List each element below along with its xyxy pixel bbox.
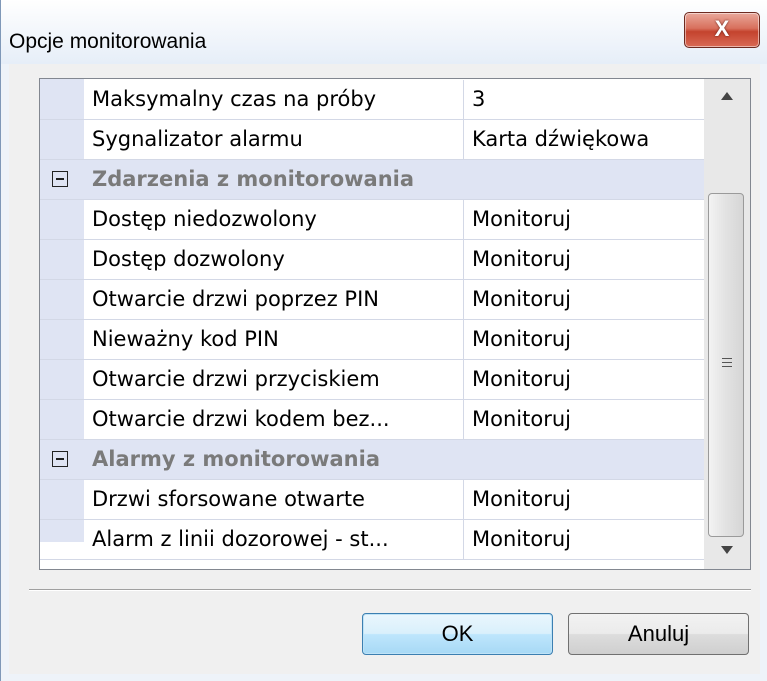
property-value[interactable]: Monitoruj	[472, 200, 571, 239]
property-row[interactable]: Nieważny kod PIN Monitoruj	[40, 320, 704, 360]
column-separator	[463, 400, 464, 439]
category-row[interactable]: Alarmy z monitorowania	[40, 440, 704, 480]
property-grid: Maksymalny czas na próby 3 Sygnalizator al…	[39, 78, 751, 570]
column-separator	[463, 80, 464, 119]
property-row[interactable]: Maksymalny czas na próby 3	[40, 80, 704, 120]
column-separator	[463, 240, 464, 279]
dialog-window: Opcje monitorowania X Maksymalny czas na…	[0, 0, 767, 681]
column-separator	[463, 200, 464, 239]
property-name: Otwarcie drzwi przyciskiem	[92, 367, 380, 391]
column-separator	[463, 280, 464, 319]
property-value[interactable]: Karta dźwiękowa	[472, 120, 649, 159]
column-separator	[463, 480, 464, 519]
triangle-up-icon	[721, 92, 733, 100]
column-separator	[463, 120, 464, 159]
property-name: Maksymalny czas na próby	[92, 87, 377, 111]
scroll-up-button[interactable]	[704, 79, 750, 115]
close-icon: X	[714, 16, 730, 41]
column-separator	[463, 320, 464, 359]
minus-box-icon[interactable]	[52, 451, 68, 467]
property-value[interactable]: Monitoruj	[472, 320, 571, 359]
category-row[interactable]: Zdarzenia z monitorowania	[40, 160, 704, 200]
property-value[interactable]: Monitoruj	[472, 520, 571, 559]
property-row[interactable]: Otwarcie drzwi kodem bez... Monitoruj	[40, 400, 704, 440]
column-separator	[463, 520, 464, 559]
property-row[interactable]: Alarm z linii dozorowej - st... Monitoruj	[40, 520, 704, 560]
property-value[interactable]: Monitoruj	[472, 480, 571, 519]
property-name: Alarm z linii dozorowej - st...	[92, 527, 389, 551]
property-name: Dostęp dozwolony	[92, 247, 285, 271]
property-row[interactable]: Dostęp dozwolony Monitoruj	[40, 240, 704, 280]
category-label: Alarmy z monitorowania	[92, 447, 380, 471]
close-button[interactable]: X	[684, 12, 760, 48]
property-name: Nieważny kod PIN	[92, 327, 279, 351]
property-name: Sygnalizator alarmu	[92, 127, 303, 151]
property-row[interactable]: Drzwi sforsowane otwarte Monitoruj	[40, 480, 704, 520]
grip-lines-icon	[722, 358, 732, 370]
property-name: Otwarcie drzwi poprzez PIN	[92, 287, 379, 311]
vertical-scrollbar[interactable]	[704, 79, 750, 569]
column-separator	[463, 360, 464, 399]
property-value[interactable]: 3	[472, 80, 485, 119]
property-row[interactable]: Dostęp niedozwolony Monitoruj	[40, 200, 704, 240]
property-value[interactable]: Monitoruj	[472, 240, 571, 279]
property-value[interactable]: Monitoruj	[472, 360, 571, 399]
scroll-thumb[interactable]	[708, 193, 744, 537]
property-row[interactable]: Otwarcie drzwi poprzez PIN Monitoruj	[40, 280, 704, 320]
property-row[interactable]: Sygnalizator alarmu Karta dźwiękowa	[40, 120, 704, 160]
title-bar[interactable]: Opcje monitorowania X	[1, 0, 767, 64]
footer-divider	[29, 589, 751, 590]
property-name: Dostęp niedozwolony	[92, 207, 317, 231]
minus-box-icon[interactable]	[52, 171, 68, 187]
property-name: Drzwi sforsowane otwarte	[92, 487, 365, 511]
window-title: Opcje monitorowania	[9, 30, 207, 53]
property-value[interactable]: Monitoruj	[472, 400, 571, 439]
property-value[interactable]: Monitoruj	[472, 280, 571, 319]
property-name: Otwarcie drzwi kodem bez...	[92, 407, 390, 431]
cancel-button[interactable]: Anuluj	[568, 613, 749, 655]
ok-button[interactable]: OK	[362, 613, 553, 655]
property-row[interactable]: Otwarcie drzwi przyciskiem Monitoruj	[40, 360, 704, 400]
scroll-down-button[interactable]	[704, 533, 750, 569]
triangle-down-icon	[721, 546, 733, 554]
category-label: Zdarzenia z monitorowania	[92, 167, 415, 191]
